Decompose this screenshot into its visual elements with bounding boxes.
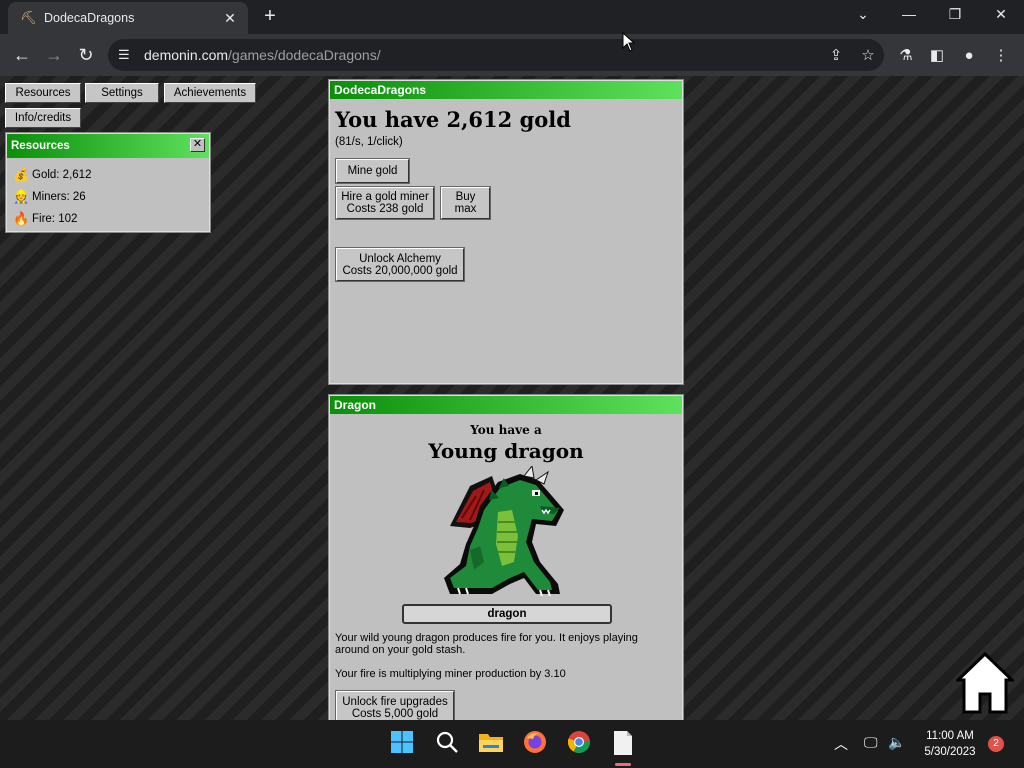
firefox-icon[interactable] (521, 730, 549, 758)
mine-gold-label: Mine gold (347, 165, 398, 177)
clock-time: 11:00 AM (926, 730, 974, 742)
resources-menu-button[interactable]: Resources (5, 83, 81, 103)
resources-window: Resources ✕ 💰 Gold: 2,612 👷 Miners: 26 🔥… (6, 133, 210, 232)
dragon-window: Dragon You have a Young dragon dragon Yo… (329, 395, 683, 720)
young-dragon-sprite (444, 466, 564, 597)
url-text[interactable]: demonin.com/games/dodecaDragons/ (144, 47, 820, 63)
bookmark-star-icon[interactable]: ☆ (852, 46, 884, 64)
unlock-alchemy-label: Unlock Alchemy (359, 252, 441, 265)
gold-coins-icon: 💰 (13, 167, 30, 182)
fire-resource-text: Fire: 102 (32, 213, 78, 225)
hire-miner-label: Hire a gold miner (341, 191, 429, 203)
settings-menu-button[interactable]: Settings (85, 83, 159, 103)
show-hidden-icons-icon[interactable]: ︿ (834, 734, 848, 754)
fire-upgrades-cost: Costs 5,000 gold (351, 707, 439, 720)
reload-icon[interactable]: ↻ (74, 43, 98, 67)
back-icon[interactable]: ← (10, 43, 34, 67)
share-icon[interactable]: ⇪ (820, 46, 852, 64)
main-window-title: DodecaDragons (330, 81, 682, 99)
dragon-stage-heading: Young dragon (428, 439, 584, 463)
mine-gold-button[interactable]: Mine gold (335, 158, 410, 184)
buy-max-button[interactable]: Buy max (440, 186, 491, 220)
resources-close-icon[interactable]: ✕ (190, 138, 205, 152)
tab-search-icon[interactable]: ⌄ (840, 0, 886, 30)
chrome-icon[interactable] (565, 730, 593, 758)
notification-badge[interactable]: 2 (988, 736, 1004, 752)
browser-tab[interactable]: ⛏ DodecaDragons ✕ (8, 2, 248, 34)
search-icon[interactable] (433, 730, 461, 758)
unlock-alchemy-button[interactable]: Unlock Alchemy Costs 20,000,000 gold (335, 247, 465, 282)
notepad-icon[interactable] (609, 730, 637, 758)
restore-icon[interactable]: ❐ (932, 0, 978, 30)
main-game-window: DodecaDragons You have 2,612 gold (81/s,… (329, 80, 683, 384)
profile-icon[interactable]: ● (958, 45, 980, 67)
dragon-description-text: Your wild young dragon produces fire for… (335, 632, 638, 656)
forward-icon[interactable]: → (42, 43, 66, 67)
resources-window-title: Resources (7, 134, 209, 158)
active-app-indicator (615, 763, 631, 766)
buy-max-line1: Buy (455, 191, 476, 203)
clock-date: 5/30/2023 (924, 746, 976, 758)
tab-close-icon[interactable]: ✕ (220, 10, 240, 27)
hire-miner-cost: Costs 238 gold (346, 203, 424, 215)
system-clock[interactable]: 11:00 AM 5/30/2023 (900, 728, 1000, 760)
address-bar[interactable]: ☰ demonin.com/games/dodecaDragons/ ⇪ ☆ (108, 39, 884, 71)
network-icon[interactable]: 🖵 (864, 734, 878, 751)
fire-upgrades-label: Unlock fire upgrades (342, 695, 448, 708)
unlock-fire-upgrades-button[interactable]: Unlock fire upgrades Costs 5,000 gold (335, 690, 455, 720)
dragon-name-field[interactable]: dragon (402, 604, 612, 624)
file-explorer-icon[interactable] (477, 730, 505, 758)
dragon-window-title: Dragon (330, 396, 682, 414)
mouse-cursor-icon (622, 32, 636, 52)
dragon-you-have-text: You have a (470, 423, 542, 437)
minimize-icon[interactable]: — (886, 0, 932, 30)
extension-flask-icon[interactable]: ⚗ (895, 45, 917, 67)
home-icon[interactable] (956, 652, 1014, 714)
url-domain: demonin.com (144, 47, 229, 63)
game-page: Resources Settings Achievements Info/cre… (0, 76, 1024, 720)
gold-resource-row: 💰 Gold: 2,612 (13, 167, 91, 183)
gold-amount-heading: You have 2,612 gold (335, 107, 571, 132)
achievements-menu-button[interactable]: Achievements (164, 83, 256, 103)
url-path: /games/dodecaDragons/ (228, 47, 381, 63)
menu-kebab-icon[interactable]: ⋮ (990, 45, 1012, 67)
windows-taskbar: ︿ 🖵 🔈 11:00 AM 5/30/2023 2 (0, 720, 1024, 768)
fire-icon: 🔥 (13, 211, 30, 226)
info-credits-menu-button[interactable]: Info/credits (5, 108, 81, 128)
tab-title: DodecaDragons (44, 11, 135, 25)
gold-resource-text: Gold: 2,612 (32, 169, 92, 181)
dragon-name-text: dragon (487, 608, 527, 620)
miner-icon: 👷 (13, 189, 30, 204)
unlock-alchemy-cost: Costs 20,000,000 gold (342, 264, 458, 277)
miners-resource-text: Miners: 26 (32, 191, 86, 203)
site-info-icon[interactable]: ☰ (118, 47, 138, 63)
window-close-icon[interactable]: ✕ (978, 0, 1024, 30)
gold-rate-text: (81/s, 1/click) (335, 136, 403, 148)
hire-miner-button[interactable]: Hire a gold miner Costs 238 gold (335, 186, 435, 220)
side-panel-icon[interactable]: ◧ (926, 45, 948, 67)
fire-multiplier-text: Your fire is multiplying miner productio… (335, 668, 566, 680)
new-tab-icon[interactable]: + (258, 5, 282, 29)
buy-max-line2: max (454, 203, 477, 215)
fire-resource-row: 🔥 Fire: 102 (13, 211, 77, 227)
tab-strip: ⛏ DodecaDragons ✕ + ⌄ — ❐ ✕ (0, 0, 1024, 34)
windows-start-icon[interactable] (388, 730, 416, 758)
miners-resource-row: 👷 Miners: 26 (13, 189, 86, 205)
dodecadragons-favicon-icon: ⛏ (20, 10, 37, 25)
browser-toolbar: ← → ↻ ☰ demonin.com/games/dodecaDragons/… (0, 34, 1024, 76)
